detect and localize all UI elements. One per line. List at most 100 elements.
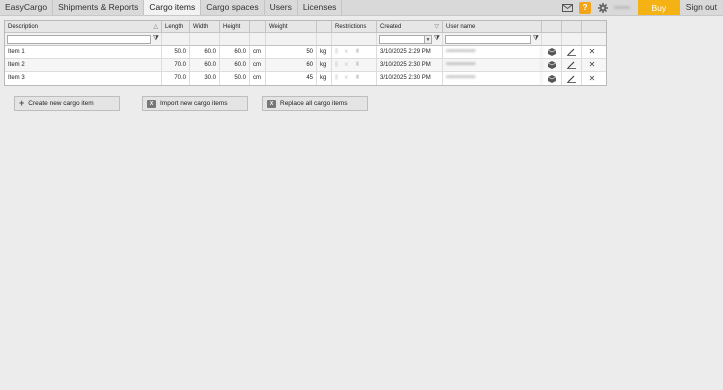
help-button[interactable]: ? [576,0,594,15]
buy-button[interactable]: Buy [637,0,680,15]
cell-height: 50.0 [220,72,250,85]
cell-height: 60.0 [220,59,250,71]
cell-dim-unit: cm [250,59,266,71]
help-icon: ? [579,1,592,14]
cell-height: 60.0 [220,46,250,58]
cell-weight: 45 [266,72,317,85]
cube-icon[interactable] [542,72,562,85]
cube-icon[interactable] [542,59,562,71]
chevron-down-icon[interactable]: ▼ [424,35,432,44]
create-cargo-item-button[interactable]: + Create new cargo item [14,96,120,111]
fragile-icon: ♜ [354,49,361,55]
excel-icon: X [267,99,276,108]
stacking-icon: ⫼ [335,49,338,55]
header-action-3 [582,21,602,32]
top-navigation: EasyCargo Shipments & Reports Cargo item… [0,0,723,16]
grid-header-row: Description △ Length Width Height Weight … [5,21,606,33]
cell-description: Item 2 [5,59,162,71]
tab-users[interactable]: Users [265,0,298,15]
create-cargo-item-label: Create new cargo item [28,100,94,107]
cell-description: Item 1 [5,46,162,58]
table-row[interactable]: Item 2 70.0 60.0 60.0 cm 60 kg ⫼ ⨯ ♜ 3/10/… [5,59,606,72]
cargo-items-grid: Description △ Length Width Height Weight … [4,20,607,86]
filter-empty-cell [220,33,250,45]
header-user-name[interactable]: User name [443,21,542,32]
cell-created: 3/10/2025 2:29 PM [377,46,443,58]
cube-icon[interactable] [542,46,562,58]
cell-restrictions: ⫼ ⨯ ♜ [332,72,377,85]
import-cargo-items-button[interactable]: X Import new cargo items [142,96,248,111]
cell-created: 3/10/2025 2:30 PM [377,59,443,71]
edit-pencil-icon[interactable] [562,72,582,85]
plus-icon: + [19,98,25,108]
cell-dim-unit: cm [250,46,266,58]
table-row[interactable]: Item 1 50.0 60.0 60.0 cm 50 kg ⫼ ⨯ ♜ 3/10/… [5,46,606,59]
rotation-icon: ⨯ [343,49,349,55]
fragile-icon: ♜ [354,75,361,81]
table-row[interactable]: Item 3 70.0 30.0 50.0 cm 45 kg ⫼ ⨯ ♜ 3/10/… [5,72,606,85]
filter-description-cell: ⧩ [5,33,162,45]
filter-empty-cell [317,33,332,45]
sort-desc-icon: ▽ [434,24,439,30]
tab-easycargo[interactable]: EasyCargo [0,0,54,15]
header-action-1 [542,21,562,32]
import-cargo-items-label: Import new cargo items [160,100,228,107]
cell-length: 70.0 [162,72,190,85]
filter-description-input[interactable] [7,35,151,44]
stacking-icon: ⫼ [335,75,338,81]
excel-icon: X [147,99,156,108]
header-width[interactable]: Width [190,21,220,32]
cell-width: 60.0 [190,59,220,71]
gear-icon[interactable] [594,0,612,15]
filter-empty-cell [250,33,266,45]
filter-icon[interactable]: ⧩ [533,33,539,45]
filter-empty-cell [332,33,377,45]
cell-weight: 50 [266,46,317,58]
cell-weight-unit: kg [317,72,332,85]
sort-icon: △ [153,24,158,30]
filter-icon[interactable]: ⧩ [434,33,440,45]
tab-cargo-items[interactable]: Cargo items [144,0,202,15]
header-created-label: Created [380,24,402,30]
filter-icon[interactable]: ⧩ [153,33,159,45]
delete-x-icon[interactable]: ✕ [582,46,602,58]
edit-pencil-icon[interactable] [562,46,582,58]
tab-licenses[interactable]: Licenses [298,0,343,15]
header-restrictions[interactable]: Restrictions [332,21,377,32]
mail-icon[interactable] [558,0,576,15]
filter-created-cell: ▼ ⧩ [377,33,443,45]
header-created[interactable]: Created ▽ [377,21,443,32]
cell-weight-unit: kg [317,59,332,71]
cell-width: 60.0 [190,46,220,58]
filter-empty-cell [562,33,582,45]
header-weight-unit [317,21,332,32]
delete-x-icon[interactable]: ✕ [582,59,602,71]
cell-restrictions: ⫼ ⨯ ♜ [332,46,377,58]
replace-cargo-items-button[interactable]: X Replace all cargo items [262,96,368,111]
header-description-label: Description [8,24,39,30]
header-weight[interactable]: Weight [266,21,317,32]
filter-user-input[interactable] [445,35,531,44]
filter-empty-cell [582,33,602,45]
header-height[interactable]: Height [220,21,250,32]
replace-cargo-items-label: Replace all cargo items [280,100,348,107]
header-description[interactable]: Description △ [5,21,162,32]
delete-x-icon[interactable]: ✕ [582,72,602,85]
user-account-name[interactable]: •••••• [612,0,638,15]
sign-out-link[interactable]: Sign out [680,0,723,15]
cell-length: 50.0 [162,46,190,58]
edit-pencil-icon[interactable] [562,59,582,71]
cell-length: 70.0 [162,59,190,71]
cell-description: Item 3 [5,72,162,85]
filter-empty-cell [190,33,220,45]
cell-dim-unit: cm [250,72,266,85]
tab-shipments-reports[interactable]: Shipments & Reports [53,0,145,15]
header-length[interactable]: Length [162,21,190,32]
header-dim-unit [250,21,266,32]
filter-user-cell: ⧩ [443,33,542,45]
header-action-2 [562,21,582,32]
cell-weight-unit: kg [317,46,332,58]
tab-cargo-spaces[interactable]: Cargo spaces [201,0,265,15]
fragile-icon: ♜ [354,62,361,68]
